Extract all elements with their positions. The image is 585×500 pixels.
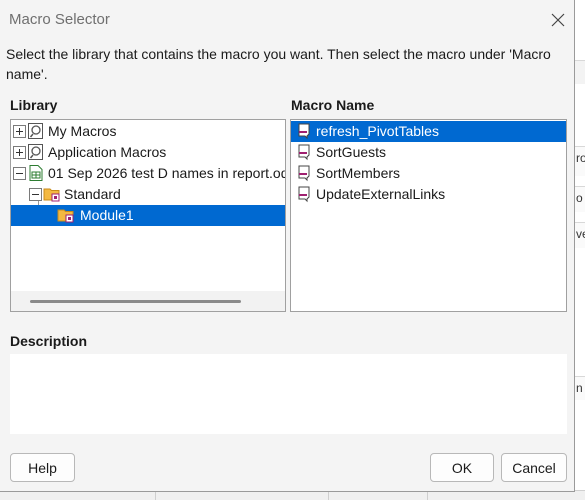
macro-item-refresh-pivottables[interactable]: refresh_PivotTables [291,121,566,142]
collapse-icon[interactable] [29,188,42,201]
background-text: ro [576,151,585,165]
macro-library-icon [28,144,43,160]
cancel-button[interactable]: Cancel [501,453,567,482]
close-button[interactable] [544,8,572,32]
background-divider [427,491,428,500]
macro-icon [298,144,310,161]
spreadsheet-document-icon [29,165,43,181]
collapse-icon[interactable] [13,167,26,180]
expand-icon[interactable] [13,125,26,138]
library-item-label: 01 Sep 2026 test D names in report.ods [48,165,286,181]
module-folder-icon [57,209,74,223]
instruction-text: Select the library that contains the mac… [6,46,551,82]
library-item-standard[interactable]: Standard [11,184,285,205]
background-text: n [576,381,583,395]
library-item-application-macros[interactable]: Application Macros [11,142,285,163]
library-item-label: My Macros [48,123,117,139]
macro-item-updateexternallinks[interactable]: UpdateExternalLinks [291,184,566,205]
library-item-label: Standard [64,186,121,202]
macro-item-label: SortMembers [316,165,401,181]
library-item-module1[interactable]: Module1 [11,205,285,226]
library-label: Library [10,97,58,113]
background-divider [155,491,156,500]
background-toolbar-strip [574,60,585,84]
macro-item-label: UpdateExternalLinks [316,186,446,202]
background-text: ve [576,227,585,241]
help-button[interactable]: Help [10,453,75,482]
background-divider [328,491,329,500]
macro-name-label: Macro Name [291,97,375,113]
library-item-label: Application Macros [48,144,167,160]
macro-item-sortmembers[interactable]: SortMembers [291,163,566,184]
macro-name-list[interactable]: refresh_PivotTables SortGuests SortMembe… [290,119,567,312]
dialog-title: Macro Selector [9,11,110,28]
background-cell: ve [574,222,585,248]
ok-button[interactable]: OK [430,453,494,482]
macro-icon [298,186,310,203]
background-text: o [576,191,583,205]
macro-icon [298,165,310,182]
macro-item-sortguests[interactable]: SortGuests [291,142,566,163]
library-item-label: Module1 [80,207,134,223]
library-tree[interactable]: My Macros Application Macros 01 Sep 2026… [10,119,286,312]
background-cell: o [574,186,585,212]
macro-item-label: refresh_PivotTables [316,123,439,139]
macro-library-icon [28,123,43,139]
macro-icon [298,123,310,140]
close-icon [551,13,565,27]
macro-item-label: SortGuests [316,144,387,160]
library-item-my-macros[interactable]: My Macros [11,121,285,142]
description-label: Description [10,333,88,349]
background-cell: ro [574,146,585,176]
description-box [10,354,567,434]
title-bar: Macro Selector [0,0,574,38]
background-cell: n [574,376,585,400]
scrollbar-thumb[interactable] [30,300,241,303]
folder-icon [43,188,60,202]
macro-selector-dialog: Macro Selector Select the library that c… [0,0,575,492]
library-item-document[interactable]: 01 Sep 2026 test D names in report.ods [11,163,285,184]
library-horizontal-scrollbar[interactable] [11,291,285,311]
expand-icon[interactable] [13,146,26,159]
